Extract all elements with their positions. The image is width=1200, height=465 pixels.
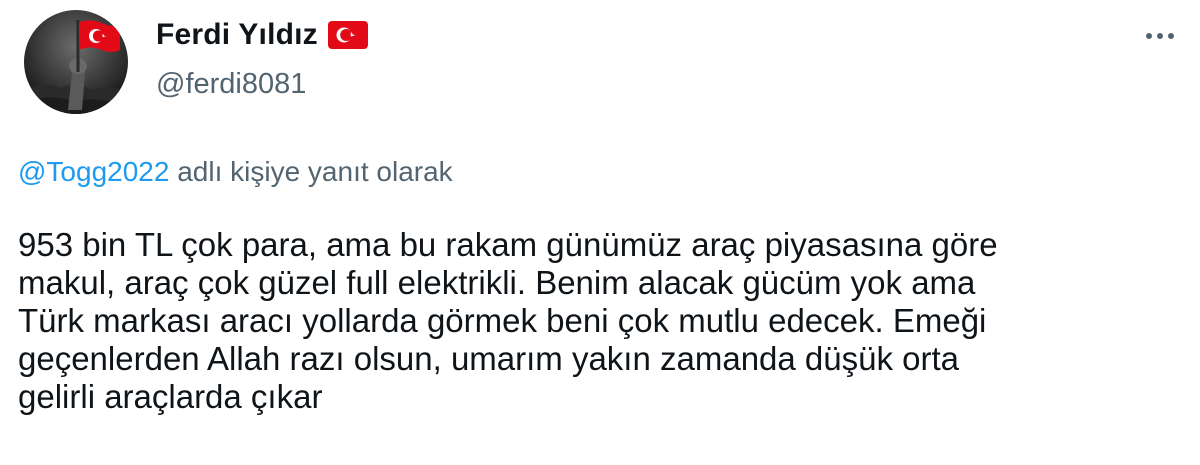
tweet-text-line: Türk markası aracı yollarda görmek beni … (18, 302, 987, 339)
dot-icon (1168, 33, 1174, 39)
reply-mention-link[interactable]: @Togg2022 (18, 156, 169, 187)
more-options-icon[interactable] (1138, 22, 1182, 50)
dot-icon (1157, 33, 1163, 39)
tweet-body: 953 bin TL çok para, ama bu rakam günümü… (18, 226, 1188, 416)
tweet-text-line: makul, araç çok güzel full elektrikli. B… (18, 264, 976, 301)
author-avatar[interactable] (24, 10, 128, 114)
tweet-text-line: geçenlerden Allah razı olsun, umarım yak… (18, 340, 960, 377)
author-display-name[interactable]: Ferdi Yıldız (156, 18, 318, 52)
author-name-row: Ferdi Yıldız (156, 18, 368, 52)
reply-context: @Togg2022 adlı kişiye yanıt olarak (18, 156, 453, 188)
dot-icon (1146, 33, 1152, 39)
reply-context-text: adlı kişiye yanıt olarak (177, 156, 453, 187)
tweet-text-line: 953 bin TL çok para, ama bu rakam günümü… (18, 226, 998, 263)
tweet-card: Ferdi Yıldız @ferdi8081 @Togg2022 adlı k… (0, 0, 1200, 465)
hand-holding-flag-icon (24, 20, 128, 114)
author-handle[interactable]: @ferdi8081 (156, 68, 306, 101)
turkish-flag-icon (327, 21, 368, 49)
tweet-text-line: gelirli araçlarda çıkar (18, 378, 323, 415)
